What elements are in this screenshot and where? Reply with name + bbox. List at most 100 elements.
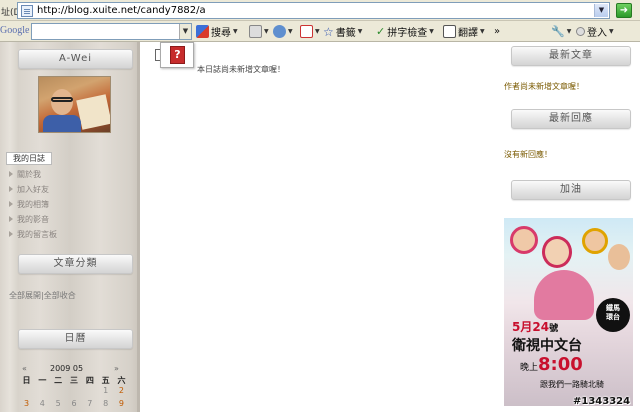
ad-date-month: 5月 (512, 320, 533, 334)
nav-about-me[interactable]: 關於我 (9, 169, 57, 184)
checkmark-icon: ✓ (376, 25, 386, 38)
ad-date-day: 24 (532, 320, 550, 334)
go-button[interactable]: ➜ (616, 3, 632, 18)
url-dropdown-icon[interactable]: ▼ (594, 4, 608, 17)
rider-figure (608, 244, 630, 270)
profile-avatar[interactable] (38, 76, 111, 133)
address-bar: 址(D) http://blog.xuite.net/candy7882/a ▼… (0, 0, 640, 21)
spellcheck-label: 拼字檢查 (387, 28, 428, 39)
question-mark-icon: ? (170, 46, 185, 64)
chevron-down-icon: ▼ (357, 28, 363, 35)
rider-figure (582, 228, 608, 254)
latest-articles-title: 最新文章 (511, 46, 631, 66)
profile-title: A-Wei (18, 49, 133, 69)
nav-guestbook[interactable]: 我的留言板 (9, 229, 57, 244)
more-button[interactable]: » (494, 23, 500, 40)
google-g-icon (196, 25, 209, 38)
url-text: http://blog.xuite.net/candy7882/a (37, 5, 206, 16)
chevron-down-icon: ▼ (264, 28, 269, 35)
weekday: 三 (69, 376, 78, 385)
calendar-day[interactable] (36, 386, 49, 395)
bracket-decoration (155, 49, 160, 61)
avatar-paper (76, 94, 110, 130)
expand-all-link[interactable]: 全部展開 (9, 291, 41, 300)
collapse-all-link[interactable]: 全部收合 (44, 291, 76, 300)
search-dropdown-icon[interactable]: ▼ (179, 24, 191, 39)
ad-slogan: 跟我們一路騎北騎 (540, 380, 604, 389)
google-logo: Google (0, 25, 30, 36)
badge-line-1: 鐵馬 (606, 304, 620, 312)
calendar: « 2009 05 » 日 一 二 三 四 五 六 1 2 3 4 5 6 7 … (14, 364, 134, 408)
news-button[interactable]: ▼ (249, 23, 269, 40)
translate-icon (443, 25, 456, 38)
calendar-day[interactable] (67, 386, 80, 395)
calendar-day[interactable]: 5 (52, 399, 65, 408)
latest-replies-title: 最新回應 (511, 109, 631, 129)
calendar-day[interactable]: 6 (67, 399, 80, 408)
chevron-down-icon: ▼ (566, 28, 572, 35)
search-button[interactable]: 搜尋 ▼ (196, 23, 238, 40)
nav-albums[interactable]: 我的相簿 (9, 199, 57, 214)
weekday: 日 (22, 376, 31, 385)
nav-add-friend[interactable]: 加入好友 (9, 184, 57, 199)
page-icon (21, 5, 33, 17)
left-sidebar: A-Wei 我的日誌 關於我 加入好友 我的相簿 我的影音 我的留言板 文章分類… (0, 42, 140, 412)
calendar-day[interactable] (83, 386, 96, 395)
calendar-next-button[interactable]: » (114, 364, 119, 373)
calendar-day[interactable]: 9 (115, 399, 128, 408)
cheer-title: 加油 (511, 180, 631, 200)
ad-channel: 衛視中文台 (512, 338, 582, 354)
profile-nav: 關於我 加入好友 我的相簿 我的影音 我的留言板 (9, 169, 57, 244)
ad-date-suffix: 號 (549, 324, 559, 334)
ad-time-value: 8:00 (538, 354, 583, 375)
empty-diary-message: 本日誌尚未新增文章喔！ (197, 65, 285, 74)
more-chevron-icon: » (494, 26, 501, 37)
chevron-down-icon: ▼ (429, 28, 434, 35)
calendar-prev-button[interactable]: « (22, 364, 27, 373)
google-toolbar: Google ▼ 搜尋 ▼ ▼ ▼ ▼ ☆ 書籤 ▼ ✓ 拼字檢查 ▼ 翻譯 ▼… (0, 21, 640, 42)
calendar-day[interactable]: 1 (99, 386, 112, 395)
calendar-nav: « 2009 05 » (14, 364, 134, 375)
chevron-down-icon: ▼ (315, 28, 320, 35)
avatar-glasses (51, 97, 73, 102)
event-badge: 鐵馬 環台 (596, 298, 630, 332)
ad-time-prefix: 晚上 (520, 363, 539, 373)
calendar-day[interactable] (52, 386, 65, 395)
nav-videos[interactable]: 我的影音 (9, 214, 57, 229)
url-input[interactable]: http://blog.xuite.net/candy7882/a ▼ (17, 2, 610, 19)
spellcheck-button[interactable]: ✓ 拼字檢查 ▼ (376, 23, 434, 40)
wrench-icon: 🔧 (551, 25, 565, 38)
calendar-day[interactable]: 2 (115, 386, 128, 395)
translate-button[interactable]: 翻譯 ▼ (443, 23, 485, 40)
calendar-day[interactable] (20, 386, 33, 395)
login-button[interactable]: 登入 ▼ (576, 23, 614, 40)
search-button-label: 搜尋 (211, 28, 231, 39)
star-icon: ☆ (323, 24, 334, 39)
rider-figure (510, 226, 538, 254)
calendar-title: 日曆 (18, 329, 133, 349)
weekday: 二 (54, 376, 63, 385)
calendar-day[interactable]: 4 (36, 399, 49, 408)
cycling-ad-banner[interactable]: 鐵馬 環台 5月24號 衛視中文台 晚上8:00 跟我們一路騎北騎 (504, 218, 633, 406)
my-diary-tab[interactable]: 我的日誌 (6, 152, 52, 165)
right-sidebar: 最新文章 作者尚未新增文章喔！ 最新回應 沒有新回應！ 加油 鐵馬 環台 5月2… (500, 42, 640, 412)
calendar-weekdays: 日 一 二 三 四 五 六 (14, 375, 134, 386)
calendar-day[interactable]: 8 (99, 399, 112, 408)
chevron-down-icon: ▼ (288, 28, 293, 35)
broken-image-icon: ? (155, 42, 194, 68)
translate-label: 翻譯 (458, 28, 478, 39)
bookmarks-button[interactable]: ☆ 書籤 ▼ (323, 23, 362, 40)
news-icon (249, 25, 262, 38)
rider-jersey (534, 270, 594, 320)
calendar-day[interactable]: 3 (20, 399, 33, 408)
popup-blocker-button[interactable]: ▼ (300, 23, 320, 40)
weekday: 四 (85, 376, 94, 385)
wrench-button[interactable]: 🔧 ▼ (551, 23, 571, 40)
google-search-input[interactable]: ▼ (31, 23, 192, 40)
weekday: 五 (101, 376, 110, 385)
popup-blocker-icon (300, 25, 313, 38)
calendar-day[interactable]: 7 (83, 399, 96, 408)
login-label: 登入 (587, 28, 607, 39)
tools-button[interactable]: ▼ (273, 23, 293, 40)
avatar-face (51, 89, 73, 115)
